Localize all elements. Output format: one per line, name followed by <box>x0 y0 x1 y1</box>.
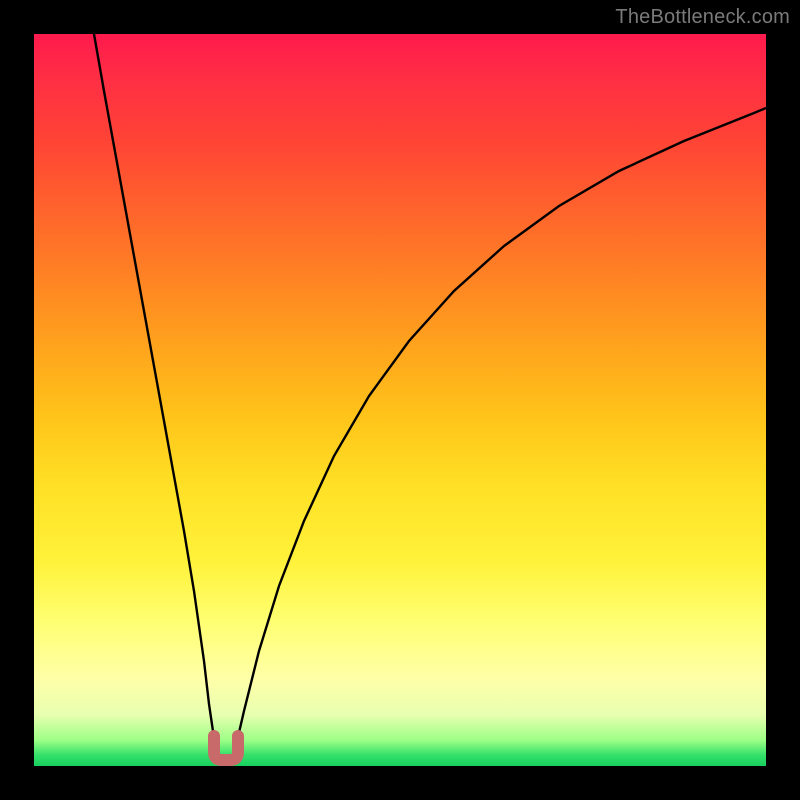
bottleneck-curve <box>34 34 766 766</box>
curve-right-branch <box>234 108 766 754</box>
plot-area <box>34 34 766 766</box>
cusp-marker <box>214 736 238 760</box>
chart-frame: TheBottleneck.com <box>0 0 800 800</box>
watermark-text: TheBottleneck.com <box>615 6 790 29</box>
curve-left-branch <box>94 34 217 754</box>
